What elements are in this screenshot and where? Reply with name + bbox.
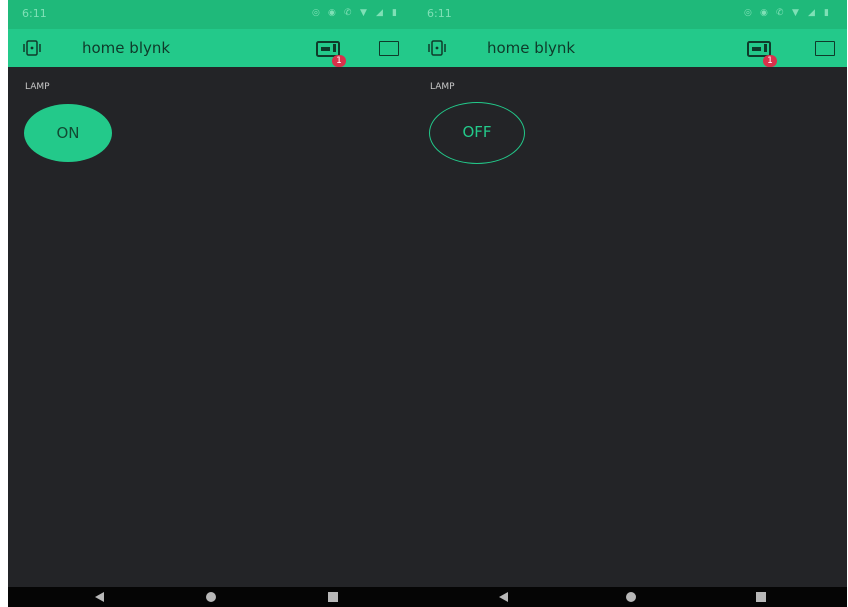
notification-badge: 1 xyxy=(763,55,777,67)
square-icon[interactable] xyxy=(815,41,835,56)
alarm-icon: ◎ xyxy=(744,8,752,18)
battery-icon: ▮ xyxy=(824,8,829,18)
eye-icon: ◉ xyxy=(760,8,768,18)
status-bar: 6:11 ◎ ◉ ✆ ▼ ◢ ▮ xyxy=(8,0,415,29)
phone-screen-off-state: 6:11 ◎ ◉ ✆ ▼ ◢ ▮ home blynk 1 LAMP OFF xyxy=(413,0,847,607)
notification-icon[interactable]: 1 xyxy=(747,37,777,67)
status-icons: ◎ ◉ ✆ ▼ ◢ ▮ xyxy=(312,9,401,18)
status-time: 6:11 xyxy=(427,7,452,20)
notification-badge: 1 xyxy=(332,55,346,67)
wifi-icon: ▼ xyxy=(792,8,799,18)
recent-apps-icon[interactable] xyxy=(756,592,766,602)
eye-icon: ◉ xyxy=(328,8,336,18)
app-header: home blynk 1 xyxy=(413,29,847,67)
square-icon[interactable] xyxy=(379,41,399,56)
widget-label: LAMP xyxy=(430,82,455,92)
battery-icon: ▮ xyxy=(392,8,397,18)
signal-icon: ◢ xyxy=(376,8,383,18)
app-header: home blynk 1 xyxy=(8,29,415,67)
navigation-bar xyxy=(413,587,847,607)
alarm-icon: ◎ xyxy=(312,8,320,18)
lamp-toggle-button[interactable]: ON xyxy=(24,104,112,162)
phone-screen-on-state: 6:11 ◎ ◉ ✆ ▼ ◢ ▮ home blynk 1 LAMP ON xyxy=(8,0,415,607)
status-time: 6:11 xyxy=(22,7,47,20)
status-bar: 6:11 ◎ ◉ ✆ ▼ ◢ ▮ xyxy=(413,0,847,29)
navigation-bar xyxy=(8,587,415,607)
notification-icon[interactable]: 1 xyxy=(316,37,346,67)
call-icon: ✆ xyxy=(344,8,352,18)
device-icon[interactable] xyxy=(22,38,42,58)
app-title: home blynk xyxy=(82,39,171,57)
recent-apps-icon[interactable] xyxy=(328,592,338,602)
lamp-toggle-button[interactable]: OFF xyxy=(429,102,525,164)
home-icon[interactable] xyxy=(626,592,636,602)
back-icon[interactable] xyxy=(499,592,508,602)
back-icon[interactable] xyxy=(95,592,104,602)
call-icon: ✆ xyxy=(776,8,784,18)
signal-icon: ◢ xyxy=(808,8,815,18)
device-icon[interactable] xyxy=(427,38,447,58)
wifi-icon: ▼ xyxy=(360,8,367,18)
home-icon[interactable] xyxy=(206,592,216,602)
app-title: home blynk xyxy=(487,39,576,57)
status-icons: ◎ ◉ ✆ ▼ ◢ ▮ xyxy=(744,9,833,18)
widget-label: LAMP xyxy=(25,82,50,92)
